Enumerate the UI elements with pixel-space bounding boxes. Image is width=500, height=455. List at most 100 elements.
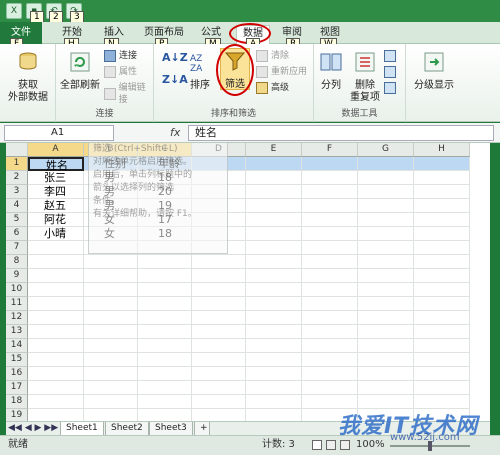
cell[interactable] [358, 367, 414, 381]
cell[interactable] [358, 199, 414, 213]
cell[interactable] [138, 269, 192, 283]
cell[interactable] [138, 325, 192, 339]
fx-icon[interactable]: fx [170, 126, 180, 139]
cell[interactable] [302, 353, 358, 367]
cell[interactable] [246, 409, 302, 421]
cell[interactable] [246, 269, 302, 283]
cell[interactable] [192, 353, 246, 367]
cell[interactable]: 小晴 [28, 227, 84, 241]
row-header[interactable]: 11 [6, 297, 28, 311]
sheet-tab-2[interactable]: Sheet2 [105, 422, 149, 436]
row-header[interactable]: 4 [6, 199, 28, 213]
cell[interactable] [28, 283, 84, 297]
cell[interactable] [414, 157, 470, 171]
page-layout-view-icon[interactable] [326, 440, 336, 450]
cell[interactable] [302, 241, 358, 255]
cell[interactable] [358, 325, 414, 339]
sheet-nav-arrows-icon[interactable]: ◀◀ ◀ ▶ ▶▶ [8, 422, 58, 435]
cell[interactable] [246, 367, 302, 381]
row-header[interactable]: 13 [6, 325, 28, 339]
cell[interactable] [358, 255, 414, 269]
cell[interactable] [28, 353, 84, 367]
cell[interactable] [358, 311, 414, 325]
cell[interactable] [302, 381, 358, 395]
cell[interactable] [358, 283, 414, 297]
cell[interactable] [138, 311, 192, 325]
row-header[interactable]: 12 [6, 311, 28, 325]
cell[interactable] [28, 269, 84, 283]
cell[interactable] [358, 381, 414, 395]
column-header[interactable]: F [302, 143, 358, 157]
row-header[interactable]: 1 [6, 157, 28, 171]
cell[interactable] [246, 353, 302, 367]
consolidate-icon[interactable] [384, 66, 396, 78]
name-box[interactable]: A1 [4, 125, 114, 141]
cell[interactable] [414, 199, 470, 213]
column-header[interactable]: H [414, 143, 470, 157]
cell[interactable] [414, 381, 470, 395]
cell[interactable] [302, 227, 358, 241]
excel-logo-icon[interactable]: X [6, 3, 22, 19]
cell[interactable] [28, 255, 84, 269]
cell[interactable] [84, 353, 138, 367]
cell[interactable]: 张三 [28, 171, 84, 185]
cell[interactable] [246, 213, 302, 227]
cell[interactable] [138, 367, 192, 381]
cell[interactable] [192, 339, 246, 353]
normal-view-icon[interactable] [312, 440, 322, 450]
what-if-icon[interactable] [384, 82, 396, 94]
remove-duplicates-button[interactable]: 删除 重复项 [348, 50, 382, 104]
cell[interactable] [358, 213, 414, 227]
cell[interactable] [28, 297, 84, 311]
cell[interactable] [246, 325, 302, 339]
cell[interactable] [302, 213, 358, 227]
cell[interactable] [138, 381, 192, 395]
cell[interactable] [246, 241, 302, 255]
cell[interactable] [302, 171, 358, 185]
cell[interactable] [84, 311, 138, 325]
cell[interactable] [84, 409, 138, 421]
cell[interactable] [302, 185, 358, 199]
cell[interactable] [246, 339, 302, 353]
cell[interactable] [84, 325, 138, 339]
cell[interactable] [84, 395, 138, 409]
column-header[interactable]: G [358, 143, 414, 157]
cell[interactable] [84, 255, 138, 269]
column-header[interactable]: E [246, 143, 302, 157]
cell[interactable] [28, 381, 84, 395]
row-header[interactable]: 18 [6, 395, 28, 409]
cell[interactable] [302, 297, 358, 311]
cell[interactable] [192, 269, 246, 283]
edit-links-button[interactable]: 编辑链接 [104, 82, 153, 106]
cell[interactable] [28, 339, 84, 353]
cell[interactable] [138, 255, 192, 269]
cell[interactable] [414, 367, 470, 381]
cell[interactable] [414, 395, 470, 409]
cell[interactable] [84, 367, 138, 381]
cell[interactable] [358, 227, 414, 241]
outline-button[interactable]: 分级显示 [410, 50, 458, 92]
row-header[interactable]: 7 [6, 241, 28, 255]
cell[interactable] [28, 241, 84, 255]
cell[interactable] [138, 283, 192, 297]
cell[interactable]: 赵五 [28, 199, 84, 213]
column-header[interactable]: A [28, 143, 84, 157]
cell[interactable] [138, 395, 192, 409]
cell[interactable] [414, 213, 470, 227]
cell[interactable] [414, 325, 470, 339]
refresh-all-button[interactable]: 全部刷新 [58, 50, 102, 92]
cell[interactable] [192, 367, 246, 381]
cell[interactable] [358, 353, 414, 367]
cell[interactable] [302, 157, 358, 171]
row-header[interactable]: 2 [6, 171, 28, 185]
cell[interactable] [138, 297, 192, 311]
cell[interactable]: 姓名 [28, 157, 84, 172]
cell[interactable] [302, 311, 358, 325]
cell[interactable] [302, 367, 358, 381]
row-header[interactable]: 19 [6, 409, 28, 421]
sheet-tab-1[interactable]: Sheet1 [60, 422, 104, 436]
cell[interactable] [28, 367, 84, 381]
row-header[interactable]: 5 [6, 213, 28, 227]
cell[interactable] [414, 227, 470, 241]
row-header[interactable]: 15 [6, 353, 28, 367]
